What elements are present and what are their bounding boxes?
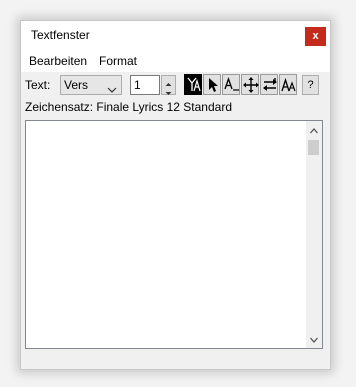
text-type-value: Vers [64, 78, 89, 92]
text-baseline-tool-button[interactable] [184, 74, 202, 95]
stepper-down-icon[interactable] [162, 85, 175, 95]
chevron-down-icon [107, 81, 117, 99]
help-button[interactable]: ? [302, 75, 319, 95]
window-title: Textfenster [31, 28, 90, 42]
pointer-tool-button[interactable] [203, 74, 221, 95]
lyrics-text-area[interactable] [25, 120, 307, 349]
font-info-label: Zeichensatz: Finale Lyrics 12 Standard [25, 100, 232, 114]
menu-item-format[interactable]: Format [99, 54, 137, 68]
text-label: Text: [25, 78, 51, 92]
swap-tool-button[interactable] [260, 74, 278, 95]
text-window: Textfenster x Bearbeiten Format Text: Ve… [20, 20, 331, 370]
scroll-down-icon[interactable] [308, 333, 320, 345]
title-bar[interactable]: Textfenster x [21, 21, 330, 50]
text-size-tool-button[interactable] [279, 74, 297, 95]
toolbar: Text: Vers 1 ? [21, 72, 330, 98]
close-button[interactable]: x [305, 27, 326, 46]
verse-number-input[interactable]: 1 [130, 75, 160, 95]
vertical-scrollbar[interactable] [306, 120, 323, 349]
scrollbar-thumb[interactable] [308, 140, 319, 155]
scroll-up-icon[interactable] [308, 124, 320, 136]
text-type-select[interactable]: Vers [60, 75, 122, 95]
menu-item-bearbeiten[interactable]: Bearbeiten [29, 54, 87, 68]
text-underline-tool-button[interactable] [222, 74, 240, 95]
stepper-up-icon[interactable] [162, 76, 175, 86]
menu-bar: Bearbeiten Format [21, 50, 330, 72]
desktop-background: Textfenster x Bearbeiten Format Text: Ve… [0, 0, 356, 387]
verse-number-stepper[interactable] [161, 75, 176, 95]
move-tool-button[interactable] [241, 74, 259, 95]
